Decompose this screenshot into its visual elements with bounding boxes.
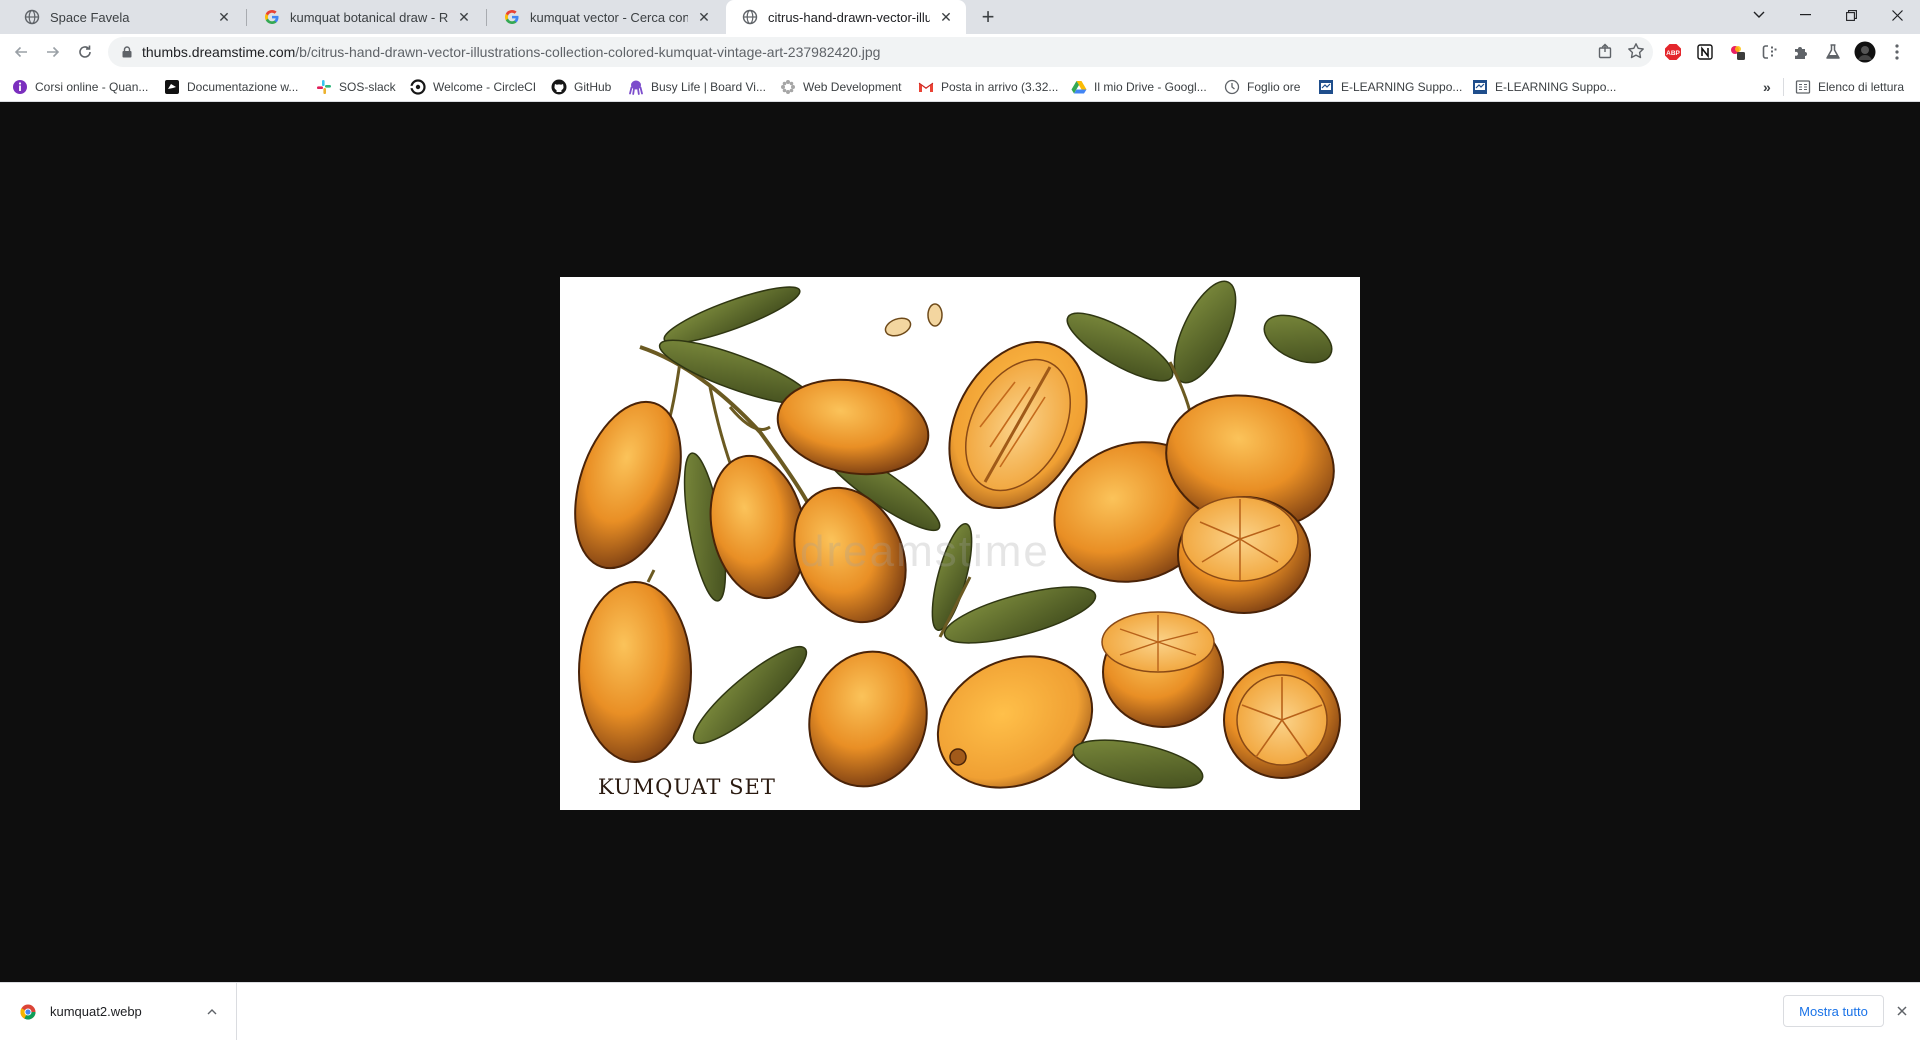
bookmark-circleci[interactable]: Welcome - CircleCI bbox=[410, 77, 536, 97]
bookmark-label: Il mio Drive - Googl... bbox=[1094, 80, 1207, 94]
elearning-icon bbox=[1318, 79, 1334, 95]
lock-icon[interactable] bbox=[120, 46, 134, 58]
notion-icon[interactable] bbox=[1691, 38, 1719, 66]
bookmark-documentazione[interactable]: Documentazione w... bbox=[164, 77, 298, 97]
extensions-puzzle-icon[interactable] bbox=[1787, 38, 1815, 66]
bookmark-star-icon[interactable] bbox=[1627, 42, 1645, 65]
slack-icon bbox=[316, 79, 332, 95]
chrome-file-icon bbox=[20, 1004, 36, 1020]
tab-close-icon[interactable]: ✕ bbox=[696, 9, 712, 25]
octopus-icon bbox=[628, 79, 644, 95]
forward-button[interactable] bbox=[38, 37, 68, 67]
circleci-icon bbox=[410, 79, 426, 95]
color-picker-icon[interactable] bbox=[1723, 38, 1751, 66]
tab-strip: Space Favela ✕ kumquat botanical draw - … bbox=[0, 0, 1920, 34]
bookmarks-bar: Corsi online - Quan... Documentazione w.… bbox=[0, 71, 1920, 102]
bookmark-posta-in-arrivo[interactable]: Posta in arrivo (3.32... bbox=[918, 77, 1058, 97]
bookmark-github[interactable]: GitHub bbox=[551, 77, 611, 97]
bookmark-label: Web Development bbox=[803, 80, 902, 94]
share-icon[interactable] bbox=[1597, 42, 1615, 65]
bookmark-web-development[interactable]: Web Development bbox=[780, 77, 902, 97]
labs-flask-icon[interactable] bbox=[1819, 38, 1847, 66]
tab-close-icon[interactable]: ✕ bbox=[216, 9, 232, 25]
new-tab-button[interactable]: + bbox=[976, 4, 1000, 29]
tab-title: kumquat botanical draw - Ricerca Google bbox=[290, 9, 448, 25]
bookmark-sos-slack[interactable]: SOS-slack bbox=[316, 77, 396, 97]
bookmarks-overflow-chevron-icon[interactable]: » bbox=[1763, 77, 1771, 97]
tab-close-icon[interactable]: ✕ bbox=[938, 9, 954, 25]
restore-icon[interactable] bbox=[1828, 0, 1874, 30]
doc-bird-icon bbox=[164, 79, 180, 95]
bookmark-label: Welcome - CircleCI bbox=[433, 80, 537, 94]
bookmark-label: Posta in arrivo (3.32... bbox=[941, 80, 1059, 94]
url-host: thumbs.dreamstime.com bbox=[142, 44, 296, 60]
bookmarks-divider bbox=[1783, 78, 1784, 96]
bookmark-busy-life[interactable]: Busy Life | Board Vi... bbox=[628, 77, 766, 97]
url-path: /b/citrus-hand-drawn-vector-illustration… bbox=[295, 44, 881, 60]
tab-title: kumquat vector - Cerca con Google bbox=[530, 9, 688, 25]
github-icon bbox=[551, 79, 567, 95]
svg-text:ABP: ABP bbox=[1666, 50, 1680, 57]
bookmark-foglio-ore[interactable]: Foglio ore bbox=[1224, 77, 1300, 97]
download-item[interactable]: kumquat2.webp bbox=[0, 983, 237, 1040]
gmail-icon bbox=[918, 79, 934, 95]
clock-icon bbox=[1224, 79, 1240, 95]
tab-space-favela[interactable]: Space Favela ✕ bbox=[8, 0, 244, 34]
reading-list-icon bbox=[1795, 79, 1811, 95]
bookmark-elearning-1[interactable]: E-LEARNING Suppo... bbox=[1318, 77, 1462, 97]
bookmark-label: Busy Life | Board Vi... bbox=[651, 80, 766, 94]
download-shelf: kumquat2.webp Mostra tutto bbox=[0, 982, 1920, 1040]
globe-icon bbox=[742, 9, 758, 25]
tab-citrus-active[interactable]: citrus-hand-drawn-vector-illustrations ✕ bbox=[726, 0, 966, 34]
bookmark-label: Documentazione w... bbox=[187, 80, 299, 94]
code-extension-icon[interactable] bbox=[1755, 38, 1783, 66]
browser-toolbar: thumbs.dreamstime.com/b/citrus-hand-draw… bbox=[0, 34, 1920, 71]
reading-list-label: Elenco di lettura bbox=[1818, 80, 1905, 94]
drive-icon bbox=[1071, 79, 1087, 95]
bookmark-label: SOS-slack bbox=[339, 80, 396, 94]
kebab-menu-icon[interactable] bbox=[1883, 38, 1911, 66]
close-window-icon[interactable] bbox=[1874, 0, 1920, 30]
reload-button[interactable] bbox=[70, 37, 100, 67]
adblock-icon[interactable]: ABP bbox=[1659, 38, 1687, 66]
bookmark-elearning-2[interactable]: E-LEARNING Suppo... bbox=[1472, 77, 1616, 97]
illustration-caption: KUMQUAT SET bbox=[598, 775, 776, 799]
tab-search-chevron-icon[interactable] bbox=[1736, 0, 1782, 30]
bookmark-label: GitHub bbox=[574, 80, 612, 94]
tab-title: citrus-hand-drawn-vector-illustrations bbox=[768, 9, 930, 25]
globe-icon bbox=[24, 9, 40, 25]
minimize-icon[interactable] bbox=[1782, 0, 1828, 30]
close-shelf-icon[interactable] bbox=[1893, 1002, 1911, 1020]
url-text: thumbs.dreamstime.com/b/citrus-hand-draw… bbox=[142, 44, 880, 60]
profile-avatar[interactable] bbox=[1851, 38, 1879, 66]
tab-separator bbox=[246, 9, 247, 26]
bookmark-label: Foglio ore bbox=[1247, 80, 1301, 94]
kumquat-illustration[interactable]: dreamstime KUMQUAT SET bbox=[560, 277, 1360, 810]
gear-flower-icon bbox=[780, 79, 796, 95]
elearning-icon bbox=[1472, 79, 1488, 95]
download-filename: kumquat2.webp bbox=[50, 1004, 142, 1019]
watermark-text: dreamstime bbox=[800, 527, 1050, 576]
bookmark-label: E-LEARNING Suppo... bbox=[1495, 80, 1617, 94]
chevron-up-icon[interactable] bbox=[204, 1006, 220, 1018]
google-icon bbox=[504, 9, 520, 25]
show-all-button[interactable]: Mostra tutto bbox=[1783, 995, 1884, 1027]
tab-kumquat-vector[interactable]: kumquat vector - Cerca con Google ✕ bbox=[488, 0, 724, 34]
image-viewer: dreamstime KUMQUAT SET bbox=[0, 102, 1920, 982]
info-circle-icon bbox=[12, 79, 28, 95]
reading-list-button[interactable]: Elenco di lettura bbox=[1795, 77, 1904, 97]
back-button[interactable] bbox=[6, 37, 36, 67]
bookmark-il-mio-drive[interactable]: Il mio Drive - Googl... bbox=[1071, 77, 1207, 97]
tab-separator bbox=[486, 9, 487, 26]
address-bar[interactable]: thumbs.dreamstime.com/b/citrus-hand-draw… bbox=[108, 37, 1653, 67]
bookmark-label: E-LEARNING Suppo... bbox=[1341, 80, 1463, 94]
tab-kumquat-botanical[interactable]: kumquat botanical draw - Ricerca Google … bbox=[248, 0, 484, 34]
google-icon bbox=[264, 9, 280, 25]
bookmark-corsi-online[interactable]: Corsi online - Quan... bbox=[12, 77, 148, 97]
bookmark-label: Corsi online - Quan... bbox=[35, 80, 149, 94]
tab-close-icon[interactable]: ✕ bbox=[456, 9, 472, 25]
tab-title: Space Favela bbox=[50, 9, 130, 25]
